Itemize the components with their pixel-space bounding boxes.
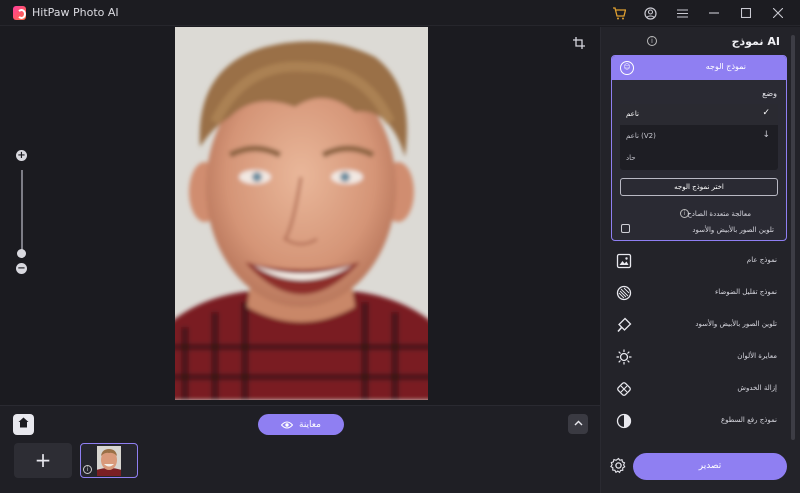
download-icon[interactable]: ↓ xyxy=(762,130,770,140)
menu-icon[interactable] xyxy=(673,4,691,22)
info-icon[interactable]: i xyxy=(83,465,92,474)
account-icon[interactable] xyxy=(641,4,659,22)
eye-icon xyxy=(281,421,294,428)
zoom-slider-thumb[interactable] xyxy=(17,249,26,258)
app-logo-icon xyxy=(13,6,26,20)
crop-icon[interactable] xyxy=(573,37,585,52)
model-item-denoise[interactable]: نموذج تقليل الضوضاء xyxy=(611,280,787,308)
add-image-button[interactable]: + xyxy=(14,443,72,478)
model-item-general[interactable]: نموذج عام xyxy=(611,248,787,276)
check-icon: ✓ xyxy=(762,108,770,118)
thumbnail-image xyxy=(97,446,121,476)
mode-option-soft-v2[interactable]: ناعم (V2) ↓ xyxy=(620,126,778,147)
app-title: HitPaw Photo AI xyxy=(32,6,119,19)
collapse-button[interactable] xyxy=(568,414,588,434)
export-button[interactable]: تصدير xyxy=(633,453,787,480)
cart-icon[interactable] xyxy=(610,4,628,22)
model-item-colorize[interactable]: تلوين الصور بالأبيض والأسود xyxy=(611,312,787,340)
face-model-icon: ☺ xyxy=(620,61,634,75)
image-icon xyxy=(616,253,632,269)
zoom-out-button[interactable]: − xyxy=(16,263,27,274)
preview-button[interactable]: معاينة xyxy=(258,414,344,435)
batch-processing-label: معالجة متعددة الصادح xyxy=(687,210,751,218)
mode-label: وضع xyxy=(762,89,777,98)
zoom-slider-track[interactable] xyxy=(21,170,23,258)
color-calibration-icon xyxy=(616,349,632,365)
mode-options: ناعم ✓ ناعم (V2) ↓ حاد xyxy=(620,104,778,170)
maximize-icon[interactable] xyxy=(737,4,755,22)
face-model-card: ☺ نموذج الوجه وضع ناعم ✓ ناعم (V2) ↓ حاد… xyxy=(611,55,787,241)
panel-title: نموذج AI xyxy=(731,35,780,48)
model-item-brightness[interactable]: نموذج رفع السطوع xyxy=(611,408,787,436)
denoise-icon xyxy=(616,285,632,301)
model-label: معايرة الألوان xyxy=(737,352,777,360)
minimize-icon[interactable] xyxy=(705,4,723,22)
settings-gear-icon[interactable] xyxy=(610,457,627,474)
mode-option-sharp[interactable]: حاد xyxy=(620,148,778,169)
image-canvas xyxy=(0,27,600,405)
model-item-scratch-removal[interactable]: إزالة الخدوش xyxy=(611,376,787,404)
zoom-in-button[interactable]: + xyxy=(16,150,27,161)
model-label: نموذج تقليل الضوضاء xyxy=(714,288,777,296)
model-label: إزالة الخدوش xyxy=(737,384,777,392)
face-model-label: نموذج الوجه xyxy=(705,62,746,71)
model-label: نموذج رفع السطوع xyxy=(720,416,777,424)
brightness-icon xyxy=(616,413,632,429)
portrait-image xyxy=(175,27,428,400)
mode-option-soft[interactable]: ناعم ✓ xyxy=(620,104,778,125)
bottom-bar: معاينة + i xyxy=(0,405,600,493)
home-button[interactable] xyxy=(13,414,34,435)
preview-label: معاينة xyxy=(299,419,321,430)
close-icon[interactable] xyxy=(769,4,787,22)
model-label: نموذج عام xyxy=(746,256,777,264)
colorize-icon xyxy=(616,317,632,333)
panel-scrollbar[interactable] xyxy=(791,35,795,440)
image-thumbnail[interactable]: i xyxy=(80,443,138,478)
select-face-model-button[interactable]: اختر نموذج الوجه xyxy=(620,178,778,196)
colorize-checkbox-label: تلوين الصور بالأبيض والأسود xyxy=(692,226,774,234)
ai-model-info-icon[interactable]: i xyxy=(647,36,657,46)
model-label: تلوين الصور بالأبيض والأسود xyxy=(695,320,777,328)
chevron-up-icon xyxy=(574,420,582,426)
face-model-header[interactable]: ☺ نموذج الوجه xyxy=(612,56,786,80)
model-item-color-calibration[interactable]: معايرة الألوان xyxy=(611,344,787,372)
colorize-checkbox[interactable] xyxy=(621,224,630,233)
title-bar: HitPaw Photo AI xyxy=(0,0,800,26)
home-icon xyxy=(18,417,29,428)
scratch-removal-icon xyxy=(616,381,632,397)
